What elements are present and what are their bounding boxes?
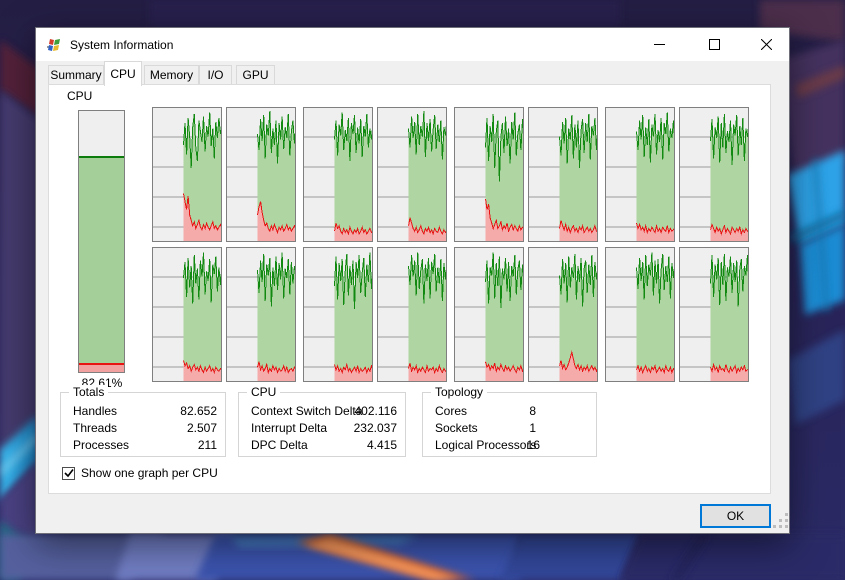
maximize-button[interactable] [694, 28, 734, 61]
stat-value: 82.652 [180, 404, 217, 418]
tab-cpu[interactable]: CPU [104, 61, 142, 86]
cpu-graph-cell [152, 247, 222, 382]
totals-groupbox: Totals Handles 82.652 Threads 2.507 Proc… [60, 392, 226, 457]
cpu-meter-label: CPU [67, 89, 92, 103]
stat-value: 1 [529, 421, 536, 435]
topology-title: Topology [431, 385, 487, 399]
stat-row: DPC Delta 4.415 [251, 438, 397, 454]
close-icon [761, 39, 772, 50]
cpu-usage-graph [226, 107, 296, 242]
stat-row: Cores 8 [435, 404, 588, 420]
stat-label: Handles [73, 404, 117, 418]
stat-value: 16 [527, 438, 540, 452]
app-icon [46, 37, 62, 53]
stat-label: Processes [73, 438, 129, 452]
cpu-graph-cell [679, 107, 749, 242]
cpu-usage-graph [605, 107, 675, 242]
stat-value: 402.116 [355, 404, 398, 418]
cpu-usage-graph [528, 247, 598, 382]
cpu-graph-cell [528, 247, 598, 382]
checkmark-icon [64, 468, 74, 478]
tab-summary[interactable]: Summary [48, 65, 104, 85]
minimize-button[interactable] [639, 28, 679, 61]
stat-value: 8 [529, 404, 536, 418]
cpu-usage-graph [303, 107, 373, 242]
cpu-usage-graph [152, 107, 222, 242]
cpu-graph-cell [377, 107, 447, 242]
resize-grip[interactable] [773, 513, 789, 529]
cpu-usage-graph [528, 107, 598, 242]
desktop: System Information Summary CPU Memory I/… [0, 0, 845, 580]
tab-gpu[interactable]: GPU [236, 65, 275, 85]
stat-row: Handles 82.652 [73, 404, 217, 420]
tab-memory[interactable]: Memory [144, 65, 199, 85]
cpu-graph-cell [226, 107, 296, 242]
checkbox-box[interactable] [62, 467, 75, 480]
show-one-graph-per-cpu-checkbox[interactable]: Show one graph per CPU [62, 466, 218, 480]
ok-button-label: OK [727, 509, 744, 523]
cpu-usage-graph [454, 107, 524, 242]
cpu-usage-graph [303, 247, 373, 382]
cpu-graph-cell [226, 247, 296, 382]
cpu-groupbox: CPU Context Switch Delta 402.116 Interru… [238, 392, 406, 457]
cpu-usage-graph [152, 247, 222, 382]
cpu-group-title: CPU [247, 385, 280, 399]
cpu-graph-cell [454, 107, 524, 242]
stat-label: Sockets [435, 421, 478, 435]
stat-label: Logical Processors [435, 438, 536, 452]
stat-row: Threads 2.507 [73, 421, 217, 437]
meter-green-line [79, 156, 124, 158]
cpu-graph-cell [303, 247, 373, 382]
cpu-total-meter [78, 110, 125, 373]
cpu-graph-cell [528, 107, 598, 242]
stat-row: Context Switch Delta 402.116 [251, 404, 397, 420]
totals-title: Totals [69, 385, 108, 399]
cpu-graph-cell [377, 247, 447, 382]
cpu-graph-row-2 [152, 247, 749, 382]
stat-label: Context Switch Delta [251, 404, 362, 418]
meter-red-fill [79, 365, 124, 372]
checkbox-label: Show one graph per CPU [81, 466, 218, 480]
maximize-icon [709, 39, 720, 50]
title-bar[interactable]: System Information [36, 28, 789, 61]
stat-row: Sockets 1 [435, 421, 588, 437]
cpu-graph-cell [303, 107, 373, 242]
stat-value: 232.037 [354, 421, 397, 435]
stat-value: 2.507 [187, 421, 217, 435]
meter-green-fill [79, 156, 124, 365]
cpu-graph-cell [454, 247, 524, 382]
cpu-graph-cell [152, 107, 222, 242]
stat-label: Threads [73, 421, 117, 435]
cpu-graph-cell [605, 107, 675, 242]
topology-groupbox: Topology Cores 8 Sockets 1 Logical Proce… [422, 392, 597, 457]
stat-value: 211 [198, 438, 217, 452]
cpu-graph-cell [679, 247, 749, 382]
stat-row: Processes 211 [73, 438, 217, 454]
tab-io[interactable]: I/O [199, 65, 232, 85]
close-button[interactable] [746, 28, 786, 61]
system-information-window: System Information Summary CPU Memory I/… [35, 27, 790, 534]
stat-row: Interrupt Delta 232.037 [251, 421, 397, 437]
cpu-usage-graph [679, 107, 749, 242]
stat-label: DPC Delta [251, 438, 308, 452]
ok-button[interactable]: OK [700, 504, 771, 528]
stat-value: 4.415 [367, 438, 397, 452]
minimize-icon [654, 39, 665, 50]
window-title: System Information [70, 38, 173, 52]
cpu-usage-graph [679, 247, 749, 382]
cpu-graph-row-1 [152, 107, 749, 242]
cpu-usage-graph [605, 247, 675, 382]
cpu-graph-cell [605, 247, 675, 382]
stat-label: Interrupt Delta [251, 421, 327, 435]
stat-row: Logical Processors 16 [435, 438, 588, 454]
cpu-usage-graph [377, 247, 447, 382]
cpu-usage-graph [454, 247, 524, 382]
stat-label: Cores [435, 404, 467, 418]
cpu-usage-graph [377, 107, 447, 242]
cpu-usage-graph [226, 247, 296, 382]
meter-red-line [79, 363, 124, 365]
cpu-tab-page: CPU 82.61% Totals Handles 82.652 Threads… [48, 84, 771, 494]
